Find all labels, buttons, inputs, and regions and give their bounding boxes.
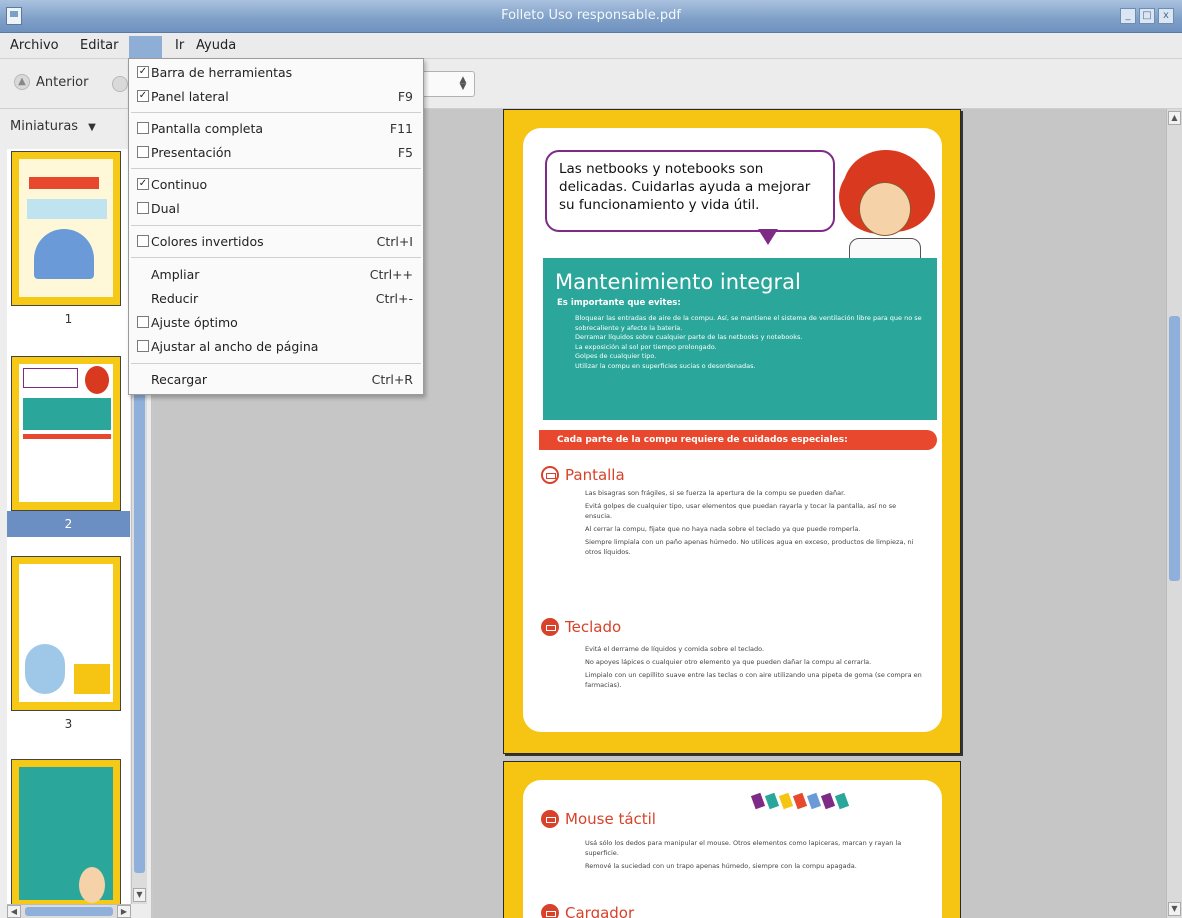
list-item: Bloquear las entradas de aire de la comp… [575, 314, 922, 332]
thumbnail-page-image [11, 356, 121, 511]
thumbnail-horizontal-scrollbar[interactable]: ◀ ▶ [7, 904, 131, 918]
menu-item-side-panel[interactable]: ✓ Panel lateral F9 [129, 85, 423, 109]
menu-item-inverted-colors[interactable]: Colores invertidos Ctrl+I [129, 230, 423, 254]
checkbox-icon[interactable] [137, 122, 149, 134]
window-controls: _ □ x [1120, 8, 1174, 24]
list-item: Utilizar la compu en superficies sucias … [575, 361, 756, 370]
thumbnail-number: 2 [64, 517, 73, 531]
pdf-page-3: Mouse táctil Usá sólo los dedos para man… [503, 761, 961, 918]
thumbnail-page-image [11, 151, 121, 306]
keyboard-icon [541, 618, 559, 636]
menu-separator [131, 112, 421, 113]
spin-arrows-icon: ▲ ▼ [459, 75, 467, 92]
screen-icon [541, 466, 559, 484]
maximize-button[interactable]: □ [1139, 8, 1155, 24]
window-title: Folleto Uso responsable.pdf [501, 8, 681, 23]
document-vertical-scrollbar[interactable]: ▲ ▼ [1166, 109, 1182, 918]
menu-ir[interactable]: Ir [175, 38, 184, 53]
thumbnail-page-image [11, 556, 121, 711]
menu-separator [131, 257, 421, 258]
list-item: Golpes de cualquier tipo. [575, 352, 657, 360]
menu-item-fit-width[interactable]: Ajustar al ancho de página [129, 335, 423, 359]
scroll-right-icon[interactable]: ▶ [117, 905, 131, 918]
menu-item-toolbar[interactable]: ✓ Barra de herramientas [129, 61, 423, 85]
thumbnail-page-image [11, 759, 121, 904]
section-title: Mouse táctil [541, 810, 656, 828]
menu-ver[interactable]: Ver [129, 36, 163, 58]
care-banner: Cada parte de la compu requiere de cuida… [539, 430, 937, 450]
menu-separator [131, 168, 421, 169]
title-bar: Folleto Uso responsable.pdf _ □ x [0, 0, 1182, 33]
thumbnail-list: 1 2 3 [7, 149, 130, 904]
checkbox-checked-icon[interactable]: ✓ [137, 90, 149, 102]
menu-item-zoom-out[interactable]: Reducir Ctrl+- [129, 287, 423, 311]
maintenance-title: Mantenimiento integral [555, 270, 801, 294]
menu-item-presentation[interactable]: Presentación F5 [129, 141, 423, 165]
speech-bubble: Las netbooks y notebooks son delicadas. … [545, 150, 835, 232]
menu-archivo[interactable]: Archivo [10, 38, 59, 53]
menu-separator [131, 363, 421, 364]
checkbox-icon[interactable] [137, 340, 149, 352]
arrow-up-icon: ▲ [14, 74, 30, 90]
view-menu-dropdown: ✓ Barra de herramientas ✓ Panel lateral … [128, 58, 424, 395]
list-item: Derramar líquidos sobre cualquier parte … [575, 333, 803, 341]
maintenance-box: Mantenimiento integral Es importante que… [543, 258, 937, 420]
previous-button[interactable]: ▲ Anterior [14, 74, 88, 90]
section-text: Evitá el derrame de líquidos y comida so… [585, 645, 922, 689]
section-text: Usá sólo los dedos para manipular el mou… [585, 839, 902, 870]
scroll-down-icon[interactable]: ▼ [133, 888, 146, 902]
section-title: Teclado [541, 618, 621, 636]
scrollbar-thumb[interactable] [1169, 316, 1180, 581]
checkbox-icon[interactable] [137, 235, 149, 247]
checkbox-icon[interactable] [137, 146, 149, 158]
menu-item-reload[interactable]: Recargar Ctrl+R [129, 368, 423, 392]
section-title: Cargador [541, 904, 634, 918]
section-text: Las bisagras son frágiles, si se fuerza … [585, 489, 914, 556]
pdf-page-2: Las netbooks y notebooks son delicadas. … [503, 109, 961, 754]
chevron-down-icon: ▼ [88, 122, 96, 133]
menu-item-zoom-in[interactable]: Ampliar Ctrl++ [129, 263, 423, 287]
section-title: Pantalla [541, 466, 625, 484]
scroll-up-icon[interactable]: ▲ [1168, 111, 1181, 125]
menu-ayuda[interactable]: Ayuda [196, 38, 236, 53]
menu-bar: Archivo Editar Ver Ir Ayuda [0, 33, 1182, 59]
checkbox-checked-icon[interactable]: ✓ [137, 178, 149, 190]
maintenance-list: Bloquear las entradas de aire de la comp… [575, 314, 925, 371]
touchpad-icon [541, 810, 559, 828]
menu-item-fullscreen[interactable]: Pantalla completa F11 [129, 117, 423, 141]
thumbnails-selector[interactable]: Miniaturas ▼ [10, 119, 96, 134]
scroll-left-icon[interactable]: ◀ [7, 905, 21, 918]
close-button[interactable]: x [1158, 8, 1174, 24]
maintenance-subtitle: Es importante que evites: [557, 298, 681, 308]
scroll-down-icon[interactable]: ▼ [1168, 902, 1181, 916]
menu-item-dual[interactable]: Dual [129, 197, 423, 221]
menu-item-continuous[interactable]: ✓ Continuo [129, 173, 423, 197]
menu-separator [131, 225, 421, 226]
next-button-icon[interactable] [112, 76, 128, 92]
previous-label: Anterior [36, 74, 89, 90]
menu-editar[interactable]: Editar [80, 38, 119, 53]
scrollbar-thumb[interactable] [25, 907, 113, 916]
checkbox-icon[interactable] [137, 316, 149, 328]
checkbox-icon[interactable] [137, 202, 149, 214]
thumbnail-number: 3 [64, 717, 73, 731]
list-item: La exposición al sol por tiempo prolonga… [575, 342, 717, 351]
minimize-button[interactable]: _ [1120, 8, 1136, 24]
menu-item-best-fit[interactable]: Ajuste óptimo [129, 311, 423, 335]
charger-icon [541, 904, 559, 918]
checkbox-checked-icon[interactable]: ✓ [137, 66, 149, 78]
confetti-decoration [750, 792, 850, 810]
thumbnails-label: Miniaturas [10, 119, 79, 134]
thumbnail-number: 1 [64, 312, 73, 326]
